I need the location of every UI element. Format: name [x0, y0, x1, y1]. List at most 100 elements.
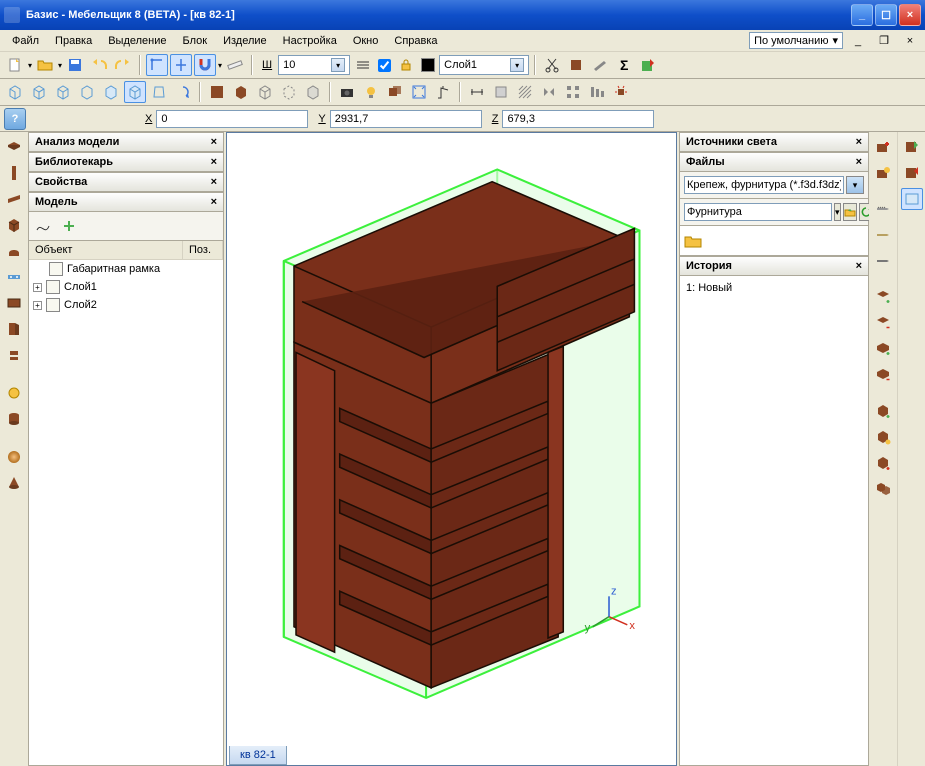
panel-lights-header[interactable]: Источники света× [679, 132, 869, 152]
fit-button[interactable] [408, 81, 430, 103]
menu-window[interactable]: Окно [345, 33, 387, 49]
dimension-button[interactable] [466, 81, 488, 103]
curve-icon[interactable] [32, 215, 54, 237]
view-back-button[interactable] [28, 81, 50, 103]
array-button[interactable] [562, 81, 584, 103]
menu-block[interactable]: Блок [175, 33, 216, 49]
panel-remove-button[interactable] [872, 312, 894, 334]
x-input[interactable] [156, 110, 308, 128]
tree-row-root[interactable]: Габаритная рамка [29, 260, 223, 278]
shade-wire-button[interactable] [254, 81, 276, 103]
menu-selection[interactable]: Выделение [100, 33, 174, 49]
copy3d-button[interactable] [384, 81, 406, 103]
close-icon[interactable]: × [856, 156, 862, 168]
close-icon[interactable]: × [856, 136, 862, 148]
edge-button[interactable] [3, 188, 25, 210]
menu-settings[interactable]: Настройка [275, 33, 345, 49]
panel-add-button[interactable] [872, 286, 894, 308]
dropdown-icon[interactable]: ▾ [218, 61, 222, 70]
tree-row-layer1[interactable]: + Слой1 [29, 278, 223, 296]
panel-librarian-header[interactable]: Библиотекарь× [28, 152, 224, 172]
ext-active-button[interactable] [901, 188, 923, 210]
mirror-button[interactable] [538, 81, 560, 103]
close-icon[interactable]: × [211, 136, 217, 148]
view-persp-button[interactable] [148, 81, 170, 103]
mat-add-button[interactable] [872, 136, 894, 158]
door-button[interactable] [3, 318, 25, 340]
open-button[interactable] [34, 54, 56, 76]
cone-button[interactable] [3, 472, 25, 494]
category-input[interactable] [684, 203, 832, 221]
col-object[interactable]: Объект [29, 241, 183, 259]
shade-hidden-button[interactable] [278, 81, 300, 103]
redo-button[interactable] [112, 54, 134, 76]
cut-button[interactable] [541, 54, 563, 76]
panel-remove2-button[interactable] [872, 364, 894, 386]
linestyle-button[interactable] [352, 54, 374, 76]
screw2-button[interactable] [872, 224, 894, 246]
box-group-button[interactable] [872, 478, 894, 500]
save-button[interactable] [64, 54, 86, 76]
align-button[interactable] [586, 81, 608, 103]
col-pos[interactable]: Поз. [183, 241, 223, 259]
cylinder-button[interactable] [3, 408, 25, 430]
view-rotate-button[interactable] [172, 81, 194, 103]
tree-row-layer2[interactable]: + Слой2 [29, 296, 223, 314]
shade-solid-button[interactable] [230, 81, 252, 103]
board-button[interactable] [3, 162, 25, 184]
expand-icon[interactable]: + [33, 283, 42, 292]
view-front-button[interactable] [4, 81, 26, 103]
layer-visible-checkbox[interactable] [378, 59, 391, 72]
panel-props-header[interactable]: Свойства× [28, 172, 224, 192]
add-icon[interactable] [58, 215, 80, 237]
close-icon[interactable]: × [211, 176, 217, 188]
category-dropdown-button[interactable]: ▾ [834, 203, 841, 221]
expand-icon[interactable]: + [33, 301, 42, 310]
viewport-tab[interactable]: кв 82-1 [229, 746, 287, 765]
file-list[interactable] [679, 226, 869, 256]
snap-y-button[interactable] [170, 54, 192, 76]
view-left-button[interactable] [52, 81, 74, 103]
undo-button[interactable] [88, 54, 110, 76]
file-filter-input[interactable] [684, 176, 844, 194]
z-input[interactable] [502, 110, 654, 128]
crane-button[interactable] [432, 81, 454, 103]
panel-model-header[interactable]: Модель× [28, 192, 224, 212]
history-row[interactable]: 1: Новый [684, 280, 864, 296]
ruler-button[interactable] [224, 54, 246, 76]
sphere-button[interactable] [3, 446, 25, 468]
construct-button[interactable] [565, 54, 587, 76]
measure-button[interactable] [589, 54, 611, 76]
folder-up-button[interactable] [843, 203, 857, 221]
shade-wood-button[interactable] [206, 81, 228, 103]
box-button[interactable] [3, 214, 25, 236]
section-button[interactable] [490, 81, 512, 103]
drawer-button[interactable] [3, 292, 25, 314]
panel-analysis-header[interactable]: Анализ модели× [28, 132, 224, 152]
menu-help[interactable]: Справка [386, 33, 445, 49]
close-icon[interactable]: × [211, 156, 217, 168]
help-button[interactable]: ? [4, 108, 26, 130]
panel-button[interactable] [3, 136, 25, 158]
box-add-button[interactable] [872, 400, 894, 422]
circle-button[interactable] [3, 382, 25, 404]
camera-button[interactable] [336, 81, 358, 103]
view-right-button[interactable] [76, 81, 98, 103]
assembly-button[interactable] [3, 344, 25, 366]
hatch-button[interactable] [514, 81, 536, 103]
screw3-button[interactable] [872, 250, 894, 272]
close-icon[interactable]: × [856, 260, 862, 272]
close-icon[interactable]: × [211, 196, 217, 208]
view-top-button[interactable] [100, 81, 122, 103]
menu-edit[interactable]: Правка [47, 33, 100, 49]
dropdown-icon[interactable]: ▾ [28, 61, 32, 70]
sum-button[interactable]: Σ [613, 54, 635, 76]
mat-edit-button[interactable] [872, 162, 894, 184]
panel-files-header[interactable]: Файлы× [679, 152, 869, 172]
menu-file[interactable]: Файл [4, 33, 47, 49]
mdi-minimize-button[interactable]: _ [847, 30, 869, 52]
ext-save-button[interactable] [901, 162, 923, 184]
maximize-button[interactable]: ☐ [875, 4, 897, 26]
shade-trans-button[interactable] [302, 81, 324, 103]
panel-add2-button[interactable] [872, 338, 894, 360]
